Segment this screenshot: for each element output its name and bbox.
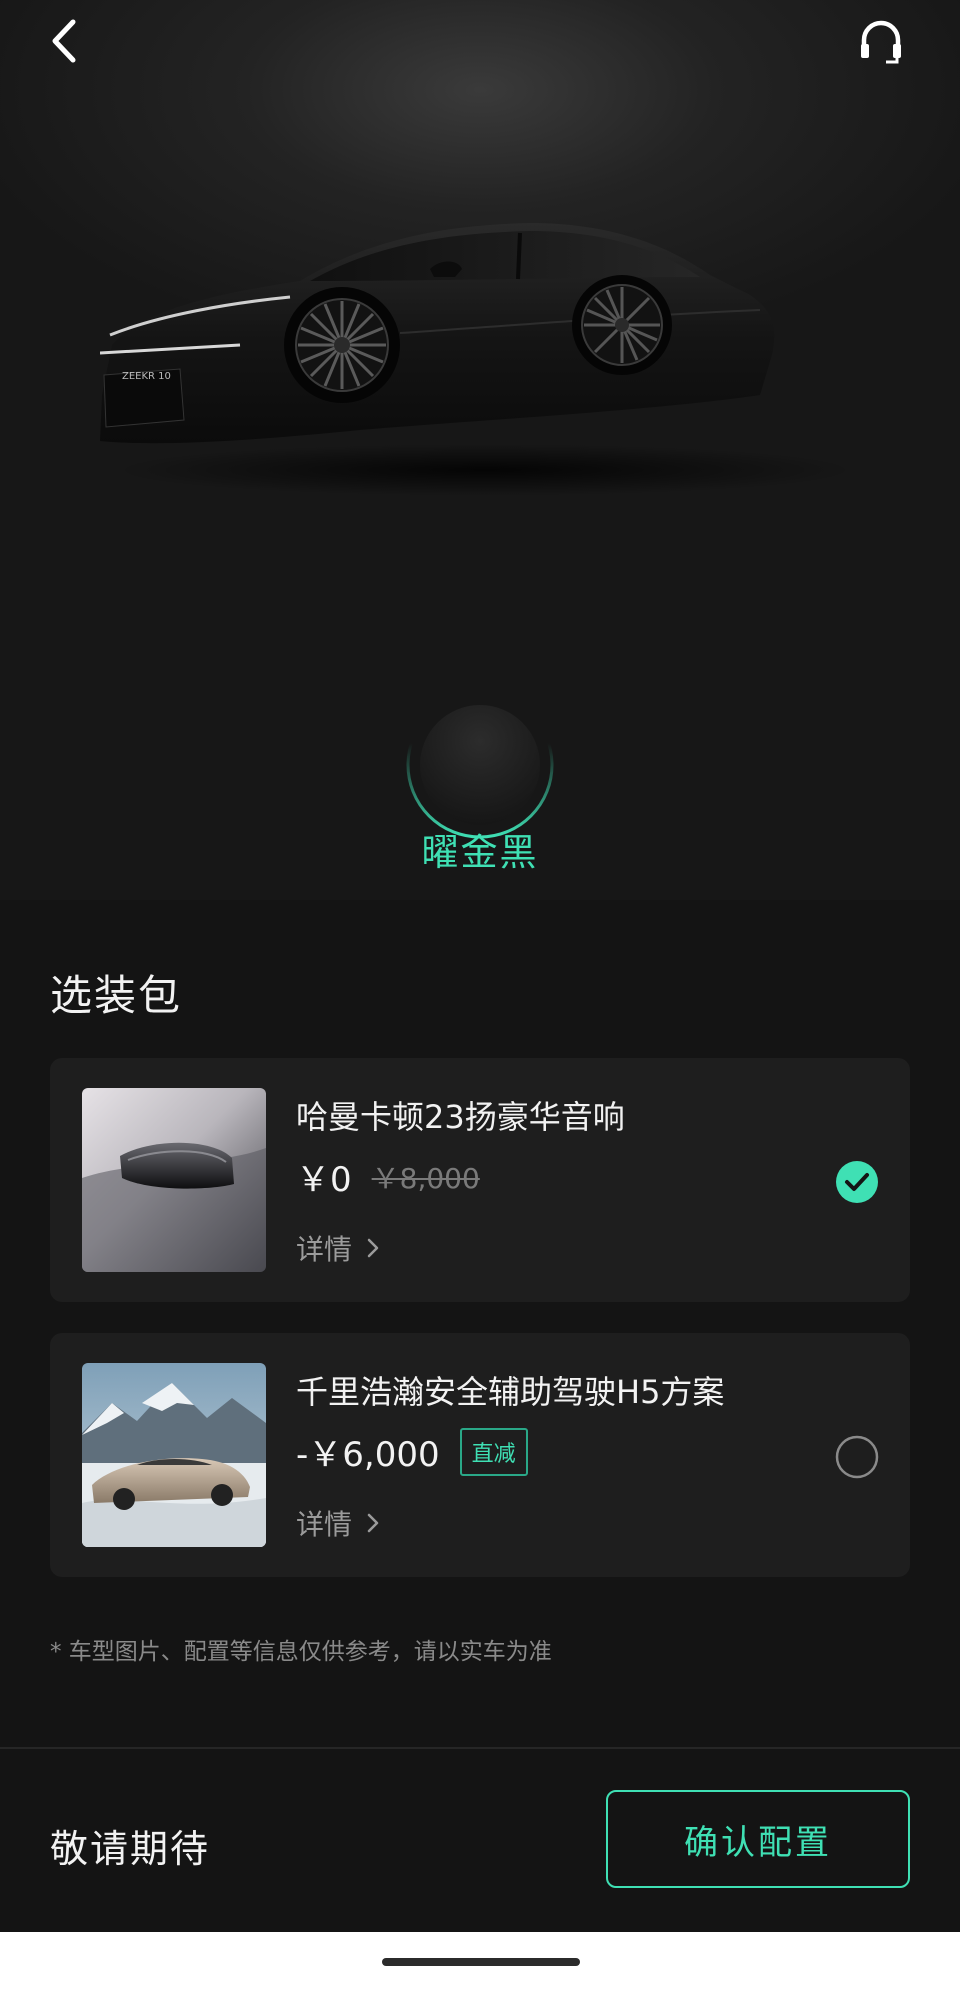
back-button[interactable] [30, 6, 100, 76]
package-price: -￥6,000 [296, 1435, 440, 1475]
details-label: 详情 [296, 1508, 353, 1541]
chevron-left-icon [52, 19, 76, 63]
package-thumbnail [82, 1088, 266, 1272]
price-row: -￥6,000 直减 [296, 1427, 528, 1476]
chevron-right-icon [367, 1238, 379, 1258]
package-original-price: ￥8,000 [371, 1161, 480, 1195]
package-name: 哈曼卡顿23扬豪华音响 [296, 1098, 625, 1136]
car-image: ZEEKR 10 [99, 215, 870, 515]
details-link[interactable]: 详情 [296, 1228, 380, 1268]
discount-tag: 直减 [459, 1427, 528, 1476]
package-card-driving-assist[interactable]: 千里浩瀚安全辅助驾驶H5方案 -￥6,000 直减 详情 [50, 1333, 910, 1577]
empty-circle-icon [835, 1435, 879, 1479]
car-badge: ZEEKR 10 [122, 371, 171, 382]
details-link[interactable]: 详情 [296, 1503, 380, 1543]
package-thumbnail [82, 1363, 266, 1547]
section-title-packages: 选装包 [50, 971, 183, 1020]
details-label: 详情 [296, 1233, 353, 1266]
disclaimer-text: * 车型图片、配置等信息仅供参考，请以实车为准 [50, 1639, 552, 1665]
check-circle-icon [836, 1161, 878, 1203]
headset-icon [861, 20, 901, 64]
package-checkbox-selected[interactable] [835, 1160, 879, 1204]
package-price: ￥0 [296, 1160, 352, 1200]
selected-color-name: 曜金黑 [421, 831, 539, 874]
home-indicator[interactable] [382, 1958, 580, 1966]
package-name: 千里浩瀚安全辅助驾驶H5方案 [296, 1373, 725, 1411]
customer-service-button[interactable] [846, 6, 916, 76]
package-card-audio[interactable]: 哈曼卡顿23扬豪华音响 ￥0 ￥8,000 详情 [50, 1058, 910, 1302]
package-checkbox-unselected[interactable] [835, 1435, 879, 1479]
chevron-right-icon [367, 1513, 379, 1533]
price-status-label: 敬请期待 [50, 1827, 211, 1871]
price-row: ￥0 ￥8,000 [296, 1152, 480, 1201]
color-swatch[interactable] [405, 690, 555, 840]
confirm-config-button[interactable]: 确认配置 [606, 1790, 910, 1888]
footer-divider [0, 1747, 960, 1749]
